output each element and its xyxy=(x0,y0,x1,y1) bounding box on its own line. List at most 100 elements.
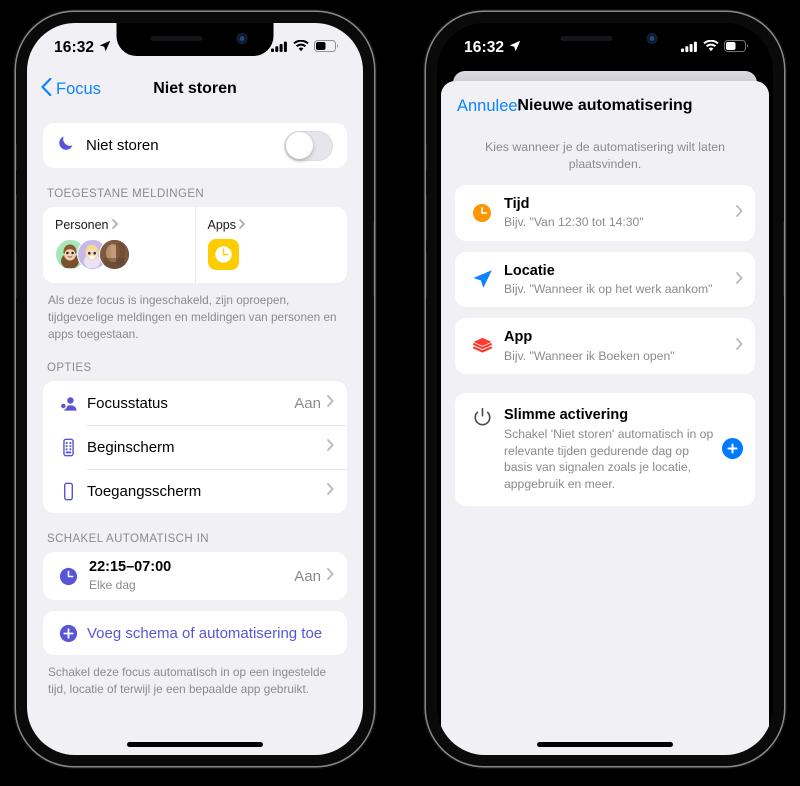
allowed-section-header: TOEGESTANE MELDINGEN xyxy=(47,188,205,200)
wifi-icon xyxy=(293,39,309,57)
chevron-right-icon xyxy=(327,567,334,585)
automation-option-time[interactable]: Tijd Bijv. "Van 12:30 tot 14:30" xyxy=(455,185,755,241)
screen-left: 16:32 Focus Niet storen Niet storen TOEG… xyxy=(27,23,363,755)
nav-bar-left: Focus Niet storen xyxy=(27,67,363,111)
screen-right: 16:32 Annuleer Nieuwe automatisering Kie… xyxy=(437,23,773,755)
smart-activation-card[interactable]: Slimme activering Schakel 'Niet storen' … xyxy=(455,392,755,506)
option-title: App xyxy=(504,329,533,346)
chevron-right-icon xyxy=(327,438,334,456)
front-camera xyxy=(236,33,248,44)
focus-status-label: Focusstatus xyxy=(87,394,168,412)
people-cell[interactable]: Personen xyxy=(43,207,195,283)
back-button[interactable]: Focus xyxy=(41,77,101,101)
option-subtitle: Bijv. "Van 12:30 tot 14:30" xyxy=(504,215,644,230)
power-button[interactable] xyxy=(783,222,784,296)
battery-icon xyxy=(724,39,749,57)
status-bar-time-group: 16:32 xyxy=(464,33,521,57)
plus-circle-icon xyxy=(56,623,81,644)
smart-activation-description: Schakel 'Niet storen' automatisch in op … xyxy=(504,427,714,491)
people-avatars xyxy=(55,239,183,270)
schedule-repeat: Elke dag xyxy=(89,578,136,593)
chevron-right-icon xyxy=(111,218,118,232)
volume-up-button[interactable] xyxy=(16,194,17,240)
settings-content: Niet storen TOEGESTANE MELDINGEN Persone… xyxy=(27,123,363,698)
volume-down-button[interactable] xyxy=(426,252,427,298)
allowed-notifications-card: Personen Apps xyxy=(43,207,347,283)
add-schedule-label: Voeg schema of automatisering toe xyxy=(87,624,323,642)
add-schedule-card: Voeg schema of automatisering toe xyxy=(43,611,347,656)
smart-activation-title: Slimme activering xyxy=(504,406,629,423)
schedule-text: 22:15–07:00 Elke dag xyxy=(89,559,294,594)
focus-toggle-card: Niet storen xyxy=(43,123,347,168)
apps-cell-label: Apps xyxy=(207,218,237,232)
add-schedule-button[interactable]: Voeg schema of automatisering toe xyxy=(43,611,347,655)
sidebar-item-home-screen[interactable]: Beginscherm xyxy=(43,425,347,469)
chevron-right-icon xyxy=(736,337,743,355)
schedule-section-header: SCHAKEL AUTOMATISCH IN xyxy=(47,533,209,546)
sheet-nav-bar: Annuleer Nieuwe automatisering xyxy=(441,81,769,131)
chevron-right-icon xyxy=(327,394,334,412)
sheet-body: Kies wanneer je de automatisering wilt l… xyxy=(441,131,769,506)
clock-icon xyxy=(56,566,81,587)
switch-knob xyxy=(285,132,313,159)
status-bar-time-group: 16:32 xyxy=(54,33,111,57)
chevron-right-icon xyxy=(239,218,245,232)
people-cell-label: Personen xyxy=(55,218,109,232)
power-icon xyxy=(467,406,497,428)
moon-icon xyxy=(57,134,75,157)
battery-icon xyxy=(314,39,339,57)
cellular-bars-icon xyxy=(271,39,288,57)
chevron-right-icon xyxy=(736,271,743,289)
avatar xyxy=(99,239,130,270)
volume-up-button[interactable] xyxy=(426,194,427,240)
mute-switch[interactable] xyxy=(16,144,17,170)
home-indicator[interactable] xyxy=(127,742,263,747)
options-card: Focusstatus Aan Beginscherm Toegangssche… xyxy=(43,381,347,514)
focus-toggle-switch[interactable] xyxy=(284,130,333,161)
screenshot-stage: 16:32 Focus Niet storen Niet storen TOEG… xyxy=(0,0,800,786)
focus-status-value: Aan xyxy=(294,394,321,412)
power-button[interactable] xyxy=(373,222,374,296)
lock-screen-label: Toegangsscherm xyxy=(87,482,202,500)
sidebar-item-lock-screen[interactable]: Toegangsscherm xyxy=(43,469,347,513)
options-section-header: OPTIES xyxy=(47,362,92,375)
people-cell-title-group: Personen xyxy=(55,218,183,232)
mute-switch[interactable] xyxy=(426,144,427,170)
smart-activation-text: Slimme activering Schakel 'Niet storen' … xyxy=(504,406,716,492)
volume-down-button[interactable] xyxy=(16,252,17,298)
app-stack-icon xyxy=(467,335,497,358)
notch xyxy=(526,23,684,56)
earpiece-speaker xyxy=(560,36,613,41)
automation-option-location[interactable]: Locatie Bijv. "Wanneer ik op het werk aa… xyxy=(455,251,755,308)
focus-status-icon xyxy=(56,393,81,414)
new-automation-sheet: Annuleer Nieuwe automatisering Kies wann… xyxy=(441,81,769,755)
schedule-status: Aan xyxy=(294,567,321,585)
status-time: 16:32 xyxy=(464,39,505,56)
focus-toggle-row[interactable]: Niet storen xyxy=(43,123,347,168)
sheet-intro-text: Kies wanneer je de automatisering wilt l… xyxy=(485,140,725,171)
chevron-right-icon xyxy=(736,204,743,222)
clock-app-icon xyxy=(207,239,239,270)
chevron-right-icon xyxy=(327,482,334,500)
automation-option-app[interactable]: App Bijv. "Wanneer ik Boeken open" xyxy=(455,318,755,374)
chevron-left-icon xyxy=(41,77,52,101)
status-bar-indicators xyxy=(681,33,749,57)
plus-circle-icon[interactable] xyxy=(722,438,743,460)
status-time: 16:32 xyxy=(54,39,95,56)
cancel-button[interactable]: Annuleer xyxy=(457,97,523,116)
schedule-row[interactable]: 22:15–07:00 Elke dag Aan xyxy=(43,552,347,600)
location-arrow-icon xyxy=(467,268,497,291)
home-screen-label: Beginscherm xyxy=(87,438,175,456)
option-title: Tijd xyxy=(504,196,530,213)
option-subtitle: Bijv. "Wanneer ik Boeken open" xyxy=(504,348,675,363)
iphone-device-right: 16:32 Annuleer Nieuwe automatisering Kie… xyxy=(426,12,784,766)
sidebar-item-focus-status[interactable]: Focusstatus Aan xyxy=(43,381,347,425)
front-camera xyxy=(646,33,658,44)
home-screen-icon xyxy=(56,438,81,457)
home-indicator[interactable] xyxy=(537,742,673,747)
automation-option-app-text: App Bijv. "Wanneer ik Boeken open" xyxy=(504,328,736,364)
apps-cell[interactable]: Apps xyxy=(194,207,348,283)
allowed-section-footnote: Als deze focus is ingeschakeld, zijn opr… xyxy=(48,293,337,341)
cellular-bars-icon xyxy=(681,39,698,57)
schedule-section-footnote: Schakel deze focus automatisch in op een… xyxy=(48,665,327,696)
